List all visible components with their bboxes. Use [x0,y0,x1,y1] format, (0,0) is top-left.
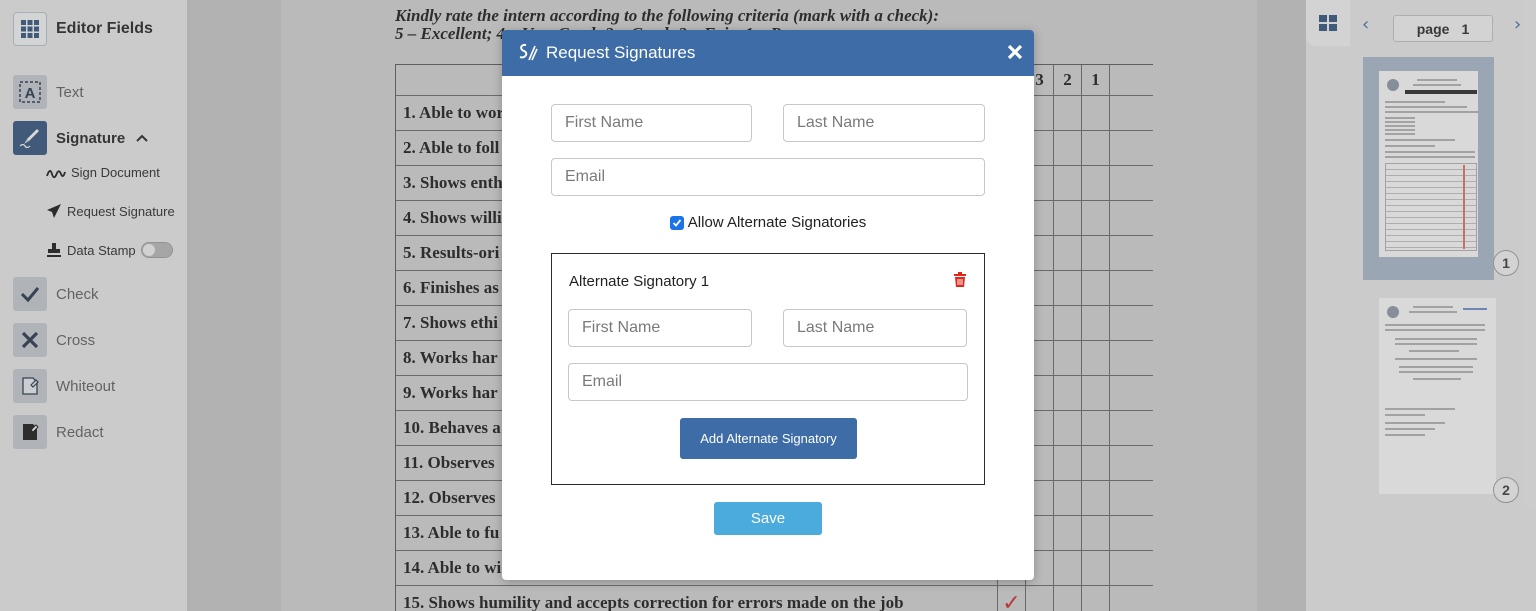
signature-logo-icon [519,43,538,61]
alt-last-name-input[interactable] [783,309,967,347]
last-name-input[interactable] [783,104,985,142]
trash-icon[interactable] [953,272,967,288]
allow-alternate-label[interactable]: Allow Alternate Signatories [688,214,866,231]
first-name-input[interactable] [551,104,752,142]
modal-title: Request Signatures [546,43,696,62]
email-input[interactable] [551,158,985,196]
allow-alternate-checkbox[interactable] [669,215,684,230]
alternate-signatory-title: Alternate Signatory 1 [569,273,710,290]
add-alternate-signatory-button[interactable]: Add Alternate Signatory [680,418,857,459]
alternate-signatory-card: Alternate Signatory 1 Add Alternate Sign… [551,253,985,485]
alt-email-input[interactable] [568,363,968,401]
close-icon [1007,44,1023,60]
request-signatures-modal: Request Signatures Allow Alternate Signa… [502,30,1034,580]
save-button[interactable]: Save [714,502,822,535]
alt-first-name-input[interactable] [568,309,752,347]
modal-header: Request Signatures [502,30,1034,76]
checkmark-icon [672,218,681,227]
allow-alternate-row: Allow Alternate Signatories [502,214,1034,231]
close-button[interactable] [1004,41,1026,63]
